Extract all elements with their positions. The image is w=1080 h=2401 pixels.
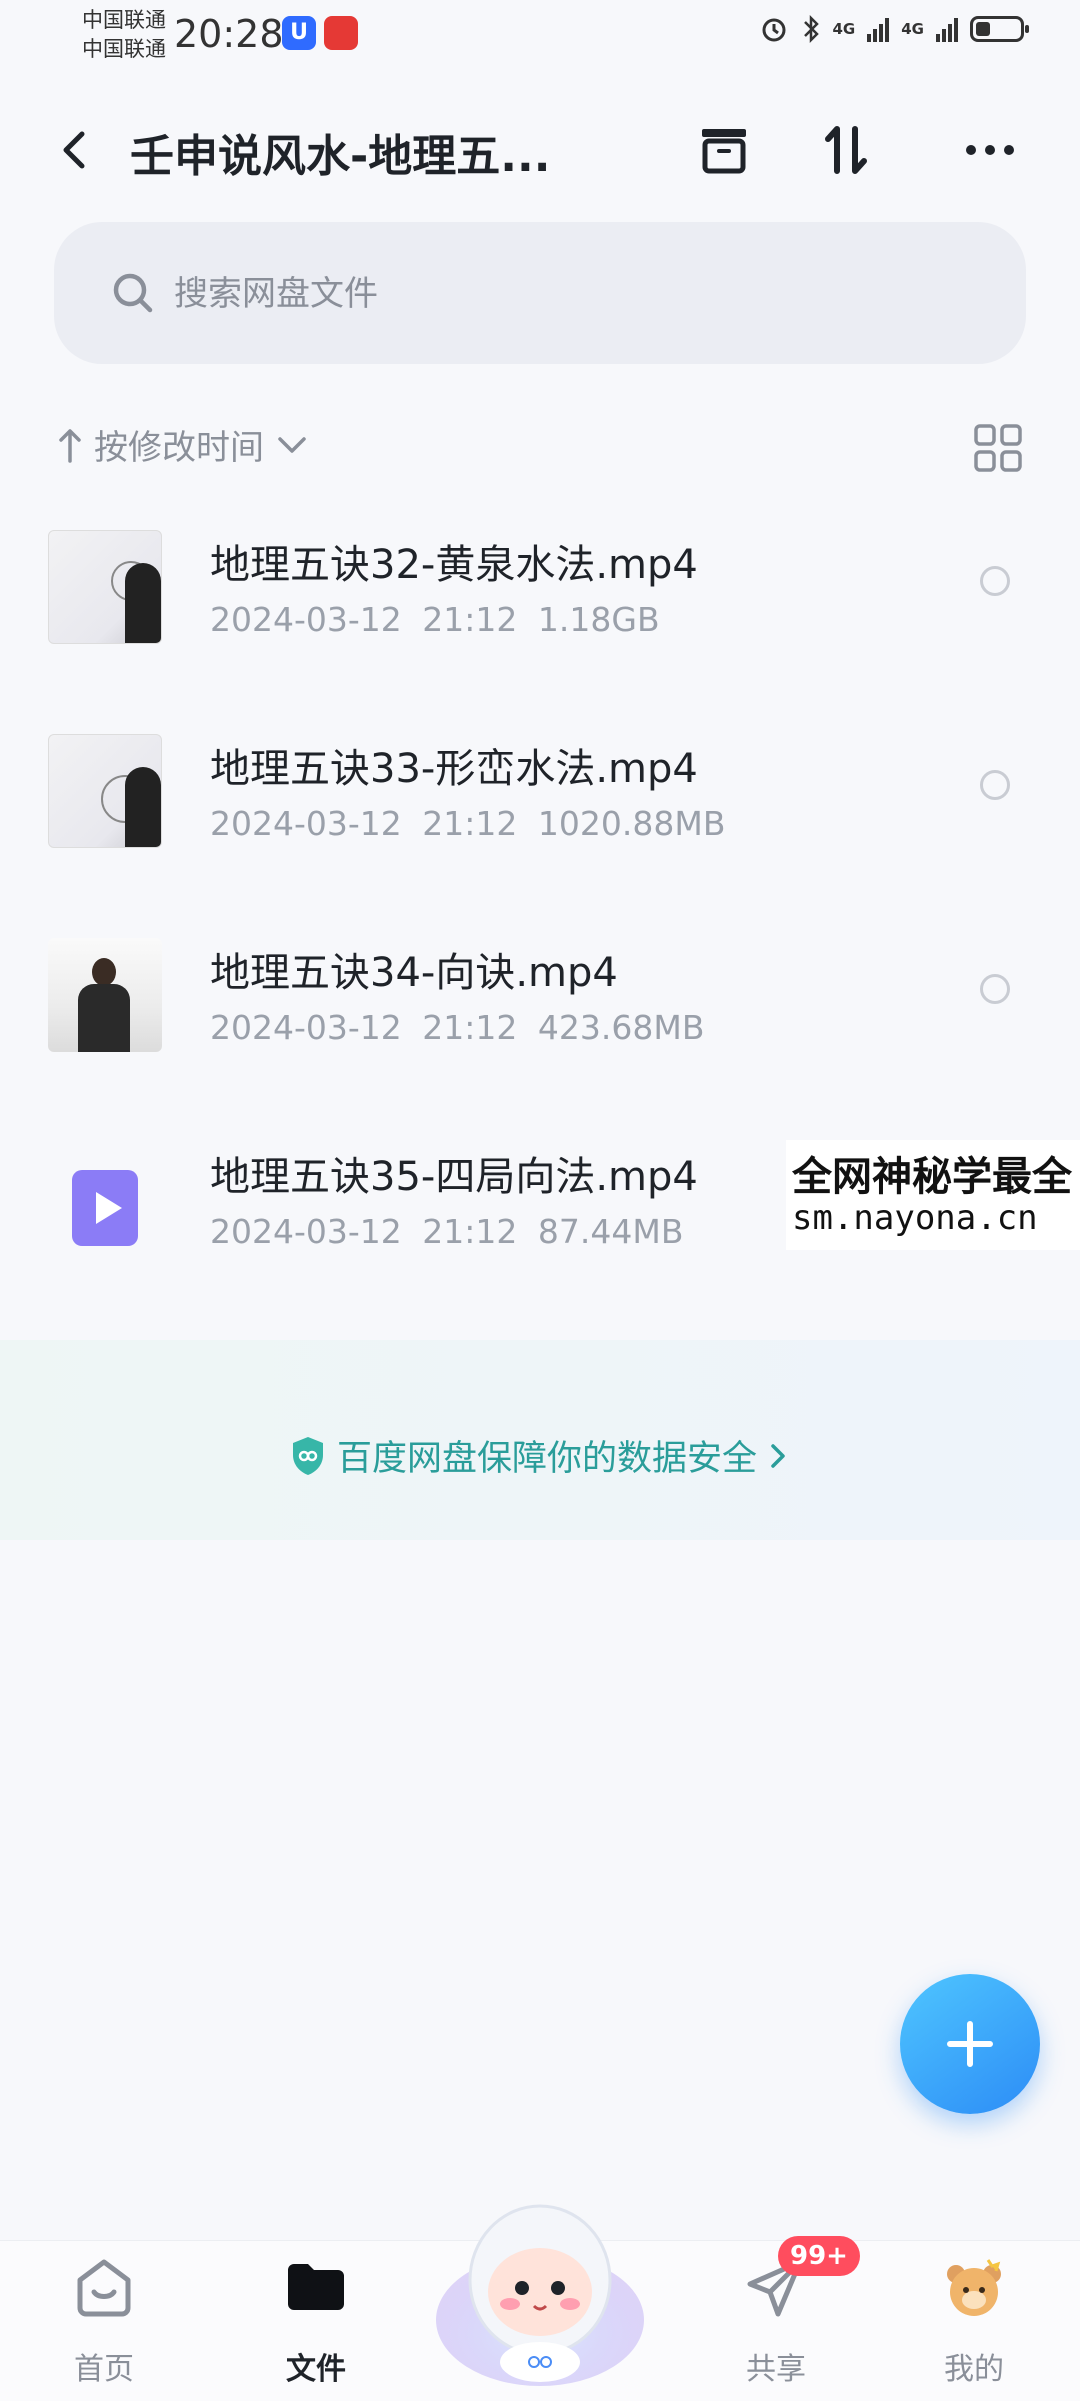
alarm-icon: [762, 18, 785, 42]
notification-badge: 99+: [778, 2236, 860, 2276]
chevron-left-icon: [63, 131, 85, 169]
security-banner[interactable]: 百度网盘保障你的数据安全: [0, 1430, 1080, 1481]
status-time: 20:28: [174, 12, 284, 56]
watermark-line-1: 全网神秘学最全: [792, 1154, 1072, 1200]
bear-avatar-icon: [947, 2259, 1001, 2316]
archive-button[interactable]: [690, 116, 758, 184]
signal-icon-2: [936, 16, 958, 42]
select-checkbox[interactable]: [980, 566, 1010, 596]
battery-icon: [970, 16, 1029, 42]
search-bar[interactable]: [54, 222, 1026, 364]
grid-view-button[interactable]: [970, 420, 1026, 476]
tab-share-label: 共享: [746, 2352, 806, 2387]
search-input[interactable]: [172, 252, 976, 336]
file-meta: 2024-03-12 21:12 1020.88MB: [210, 804, 726, 843]
back-button[interactable]: [48, 122, 104, 178]
file-meta: 2024-03-12 21:12 423.68MB: [210, 1008, 705, 1047]
file-row[interactable]: 地理五诀32-黄泉水法.mp4 2024-03-12 21:12 1.18GB: [0, 502, 1080, 682]
file-name: 地理五诀32-黄泉水法.mp4: [210, 542, 698, 588]
file-row[interactable]: 地理五诀33-形峦水法.mp4 2024-03-12 21:12 1020.88…: [0, 706, 1080, 886]
arrow-up-icon: [59, 428, 81, 463]
watermark-overlay: 全网神秘学最全 sm.nayona.cn: [786, 1140, 1080, 1250]
add-button[interactable]: [900, 1974, 1040, 2114]
file-name: 地理五诀33-形峦水法.mp4: [210, 746, 698, 792]
select-checkbox[interactable]: [980, 974, 1010, 1004]
shield-icon: [292, 1436, 323, 1475]
select-checkbox[interactable]: [980, 770, 1010, 800]
home-icon: [77, 2259, 131, 2317]
tab-home[interactable]: 首页: [34, 2240, 174, 2400]
archive-icon: [702, 129, 746, 174]
plus-icon: [947, 2021, 993, 2067]
carrier-1: 中国联通: [82, 8, 166, 32]
video-thumbnail: [48, 734, 162, 848]
mascot-icon: [436, 2204, 644, 2386]
tab-home-label: 首页: [74, 2352, 134, 2387]
video-thumbnail: [48, 530, 162, 644]
file-meta: 2024-03-12 21:12 87.44MB: [210, 1212, 684, 1251]
sort-label: 按修改时间: [94, 428, 264, 468]
top-app-bar: 壬申说风水-地理五...: [0, 100, 1080, 200]
video-thumbnail: [48, 938, 162, 1052]
grid-icon: [974, 424, 1022, 472]
assistant-mascot-button[interactable]: [430, 2180, 650, 2390]
search-icon: [113, 273, 153, 313]
tab-files[interactable]: 文件: [246, 2240, 386, 2400]
file-meta: 2024-03-12 21:12 1.18GB: [210, 600, 660, 639]
more-dots-icon: [966, 145, 1014, 155]
network-type-1: 4G: [832, 20, 856, 38]
signal-icon-1: [867, 16, 890, 42]
sort-order-button[interactable]: [812, 116, 880, 184]
network-type-2: 4G: [901, 20, 924, 38]
chevron-down-icon: [278, 436, 306, 453]
tab-mine[interactable]: 我的: [904, 2240, 1044, 2400]
watermark-line-2: sm.nayona.cn: [792, 1198, 1038, 1238]
file-name: 地理五诀35-四局向法.mp4: [210, 1154, 698, 1200]
carrier-2: 中国联通: [82, 37, 166, 61]
status-indicators: 4G 4G: [759, 14, 1029, 44]
video-file-icon: [72, 1170, 138, 1246]
tab-files-label: 文件: [286, 2352, 346, 2387]
security-text: 百度网盘保障你的数据安全: [336, 1439, 757, 1479]
carrier-labels: 中国联通 中国联通: [82, 6, 166, 64]
folder-icon: [288, 2264, 344, 2310]
more-options-button[interactable]: [956, 116, 1024, 184]
file-name: 地理五诀34-向诀.mp4: [210, 950, 618, 996]
bluetooth-icon: [803, 14, 819, 44]
sort-arrows-icon: [825, 126, 867, 174]
file-row[interactable]: 地理五诀34-向诀.mp4 2024-03-12 21:12 423.68MB: [0, 910, 1080, 1090]
sort-selector[interactable]: 按修改时间: [56, 420, 310, 469]
page-title: 壬申说风水-地理五...: [130, 131, 551, 182]
tab-mine-label: 我的: [944, 2352, 1004, 2387]
status-bar: 中国联通 中国联通 20:28 U 4G 4G: [0, 0, 1080, 72]
app-notification-icon: U: [282, 16, 316, 50]
chevron-right-icon: [771, 1443, 785, 1468]
app-notification-icon-2: [324, 16, 358, 50]
